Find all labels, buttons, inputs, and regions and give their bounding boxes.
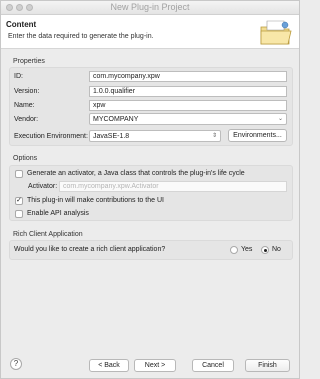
- execution-environment-label: Execution Environment:: [14, 133, 88, 140]
- activator-label: Activator:: [28, 183, 58, 190]
- execution-environment-combo[interactable]: JavaSE-1.8 ⇕: [89, 130, 221, 142]
- next-button[interactable]: Next >: [134, 359, 176, 372]
- title-bar: New Plug-in Project: [1, 1, 299, 15]
- activator-field[interactable]: com.mycompany.xpw.Activator: [59, 181, 287, 192]
- vendor-label: Vendor:: [14, 116, 39, 123]
- rcp-heading: Rich Client Application: [13, 231, 83, 238]
- api-analysis-checkbox[interactable]: [15, 210, 23, 218]
- rcp-no-radio[interactable]: [261, 246, 269, 254]
- rcp-question: Would you like to create a rich client a…: [14, 246, 166, 253]
- rcp-yes-label: Yes: [241, 246, 253, 253]
- execution-environment-value: JavaSE-1.8: [93, 133, 130, 140]
- id-field[interactable]: com.mycompany.xpw: [89, 71, 287, 82]
- api-analysis-label: Enable API analysis: [27, 210, 89, 217]
- vendor-value: MYCOMPANY: [93, 116, 139, 123]
- folder-wizard-icon: [260, 20, 292, 45]
- up-down-arrows-icon: ⇕: [211, 133, 217, 139]
- rcp-yes-radio[interactable]: [230, 246, 238, 254]
- chevron-down-icon: ⌄: [277, 116, 283, 122]
- ui-contributions-label: This plug-in will make contributions to …: [27, 197, 164, 204]
- ui-contributions-checkbox[interactable]: ✓: [15, 197, 23, 205]
- rcp-no-label: No: [272, 246, 281, 253]
- name-field[interactable]: xpw: [89, 100, 287, 111]
- help-button[interactable]: ?: [10, 358, 22, 370]
- id-label: ID:: [14, 73, 23, 80]
- vendor-combo[interactable]: MYCOMPANY ⌄: [89, 113, 287, 125]
- page-description: Enter the data required to generate the …: [8, 33, 154, 40]
- options-heading: Options: [13, 155, 38, 162]
- generate-activator-checkbox[interactable]: [15, 170, 23, 178]
- properties-heading: Properties: [13, 58, 45, 65]
- cancel-button[interactable]: Cancel: [192, 359, 234, 372]
- wizard-window: New Plug-in Project Content Enter the da…: [0, 0, 300, 379]
- window-title: New Plug-in Project: [110, 2, 190, 12]
- environments-button[interactable]: Environments...: [228, 129, 287, 142]
- page-title: Content: [6, 20, 37, 29]
- finish-button[interactable]: Finish: [245, 359, 290, 372]
- generate-activator-label: Generate an activator, a Java class that…: [27, 170, 245, 177]
- wizard-header: Content Enter the data required to gener…: [1, 15, 299, 49]
- version-field[interactable]: 1.0.0.qualifier: [89, 86, 287, 97]
- version-label: Version:: [14, 88, 40, 95]
- name-label: Name:: [14, 102, 35, 109]
- back-button[interactable]: < Back: [89, 359, 129, 372]
